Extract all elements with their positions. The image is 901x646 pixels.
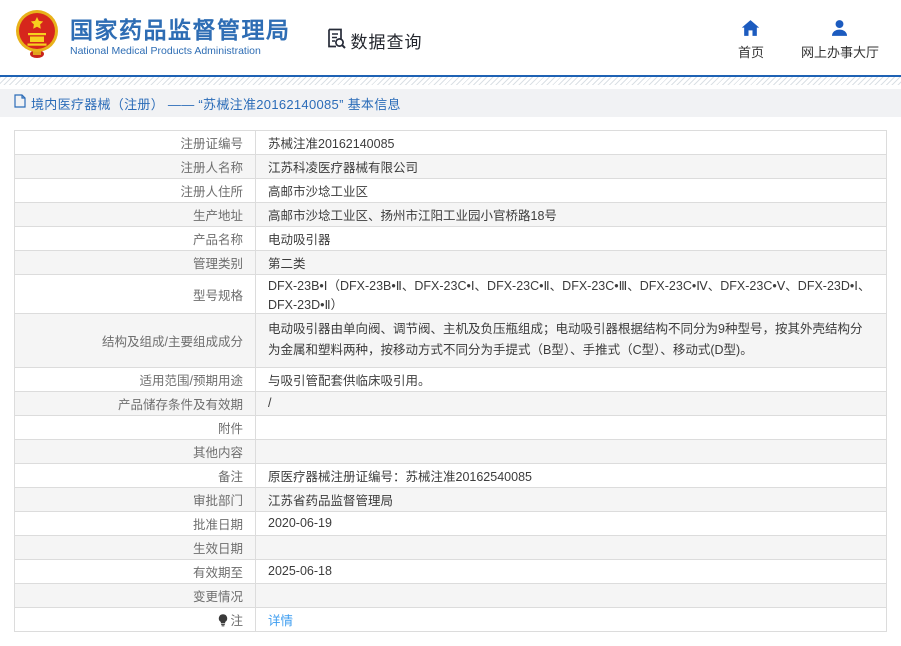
table-row: 审批部门 江苏省药品监督管理局 [14,486,887,512]
row-value [255,534,887,560]
table-row: 注册证编号 苏械注准20162140085 [14,130,887,155]
row-value: 详情 [255,606,887,632]
data-query-section: 数据查询 [324,26,423,55]
row-value: 电动吸引器 [255,226,887,251]
row-value: 第二类 [255,250,887,275]
row-label: 管理类别 [14,250,256,275]
row-value: / [255,390,887,416]
table-row: 结构及组成/主要组成成分 电动吸引器由单向阀、调节阀、主机及负压瓶组成；电动吸引器… [14,313,887,368]
info-table-body: 注册证编号 苏械注准20162140085 注册人名称 江苏科凌医疗器械有限公司 注册人… [14,130,887,632]
data-query-label: 数据查询 [350,33,423,52]
row-label: 产品储存条件及有效期 [14,390,256,416]
org-name: 国家药品监督管理局 [70,16,291,43]
row-value: 高邮市沙埝工业区 [255,178,887,203]
table-row: 管理类别 第二类 [14,250,887,275]
page-header: 国家药品监督管理局 National Medical Products Admi… [0,0,901,75]
table-row: 产品名称 电动吸引器 [14,226,887,251]
row-label: 注册人住所 [14,178,256,203]
nav-label: 网上办事大厅 [800,44,879,60]
row-label: 变更情况 [14,582,256,608]
table-row: 适用范围/预期用途 与吸引管配套供临床吸引用。 [14,366,887,392]
row-label: 注 [14,606,256,632]
row-label: 注册证编号 [14,130,256,155]
row-label: 生效日期 [14,534,256,560]
row-value [255,438,887,464]
nav-label: 首页 [737,44,764,60]
table-row: 备注 原医疗器械注册证编号：苏械注准20162540085 [14,462,887,488]
table-row: 型号规格 DFX-23B•Ⅰ（DFX-23B•Ⅱ、DFX-23C•Ⅰ、DFX-23… [14,274,887,314]
document-icon [14,93,26,113]
org-title-block: 国家药品监督管理局 National Medical Products Admi… [70,16,291,58]
data-query-icon [324,26,348,55]
table-row: 注详情 [14,606,887,632]
org-name-en: National Medical Products Administration [70,44,261,57]
national-emblem-logo [13,9,61,66]
row-value: DFX-23B•Ⅰ（DFX-23B•Ⅱ、DFX-23C•Ⅰ、DFX-23C•Ⅱ、… [255,274,887,314]
row-label: 备注 [14,462,256,488]
nav-item-service-hall[interactable]: 网上办事大厅 [801,17,879,61]
row-value: 2020-06-19 [255,510,887,536]
table-row: 变更情况 [14,582,887,608]
row-value [255,414,887,440]
row-value [255,582,887,608]
table-row: 生效日期 [14,534,887,560]
row-value: 与吸引管配套供临床吸引用。 [255,366,887,392]
home-icon [741,17,760,37]
bulb-icon [219,613,228,626]
table-row: 注册人住所 高邮市沙埝工业区 [14,178,887,203]
row-label: 审批部门 [14,486,256,512]
row-label: 型号规格 [14,274,256,314]
row-label: 其他内容 [14,438,256,464]
row-label: 结构及组成/主要组成成分 [14,313,256,368]
row-label: 附件 [14,414,256,440]
row-label: 适用范围/预期用途 [14,366,256,392]
row-label: 生产地址 [14,202,256,227]
header-hatch-strip [0,77,901,85]
row-label: 注册人名称 [14,154,256,179]
row-value: 原医疗器械注册证编号：苏械注准20162540085 [255,462,887,488]
breadcrumb-text: 境内医疗器械（注册） —— “苏械注准20162140085” 基本信息 [31,96,401,112]
row-value: 2025-06-18 [255,558,887,584]
table-row: 生产地址 高邮市沙埝工业区、扬州市江阳工业园小官桥路18号 [14,202,887,227]
top-nav: 首页 网上办事大厅 [729,17,879,61]
table-row: 有效期至 2025-06-18 [14,558,887,584]
row-label: 批准日期 [14,510,256,536]
row-value: 苏械注准20162140085 [255,130,887,155]
row-label: 有效期至 [14,558,256,584]
row-label: 产品名称 [14,226,256,251]
table-row: 产品储存条件及有效期 / [14,390,887,416]
table-row: 批准日期 2020-06-19 [14,510,887,536]
detail-link[interactable]: 详情 [268,614,293,628]
table-row: 其他内容 [14,438,887,464]
user-icon [830,17,849,37]
table-row: 附件 [14,414,887,440]
nav-item-home[interactable]: 首页 [729,17,773,61]
table-row: 注册人名称 江苏科凌医疗器械有限公司 [14,154,887,179]
row-value: 高邮市沙埝工业区、扬州市江阳工业园小官桥路18号 [255,202,887,227]
row-value: 江苏省药品监督管理局 [255,486,887,512]
breadcrumb: 境内医疗器械（注册） —— “苏械注准20162140085” 基本信息 [0,89,901,117]
row-value: 江苏科凌医疗器械有限公司 [255,154,887,179]
registration-info-table: 注册证编号 苏械注准20162140085 注册人名称 江苏科凌医疗器械有限公司 注册人… [14,130,887,632]
row-value: 电动吸引器由单向阀、调节阀、主机及负压瓶组成；电动吸引器根据结构不同分为9种型号… [255,313,887,368]
